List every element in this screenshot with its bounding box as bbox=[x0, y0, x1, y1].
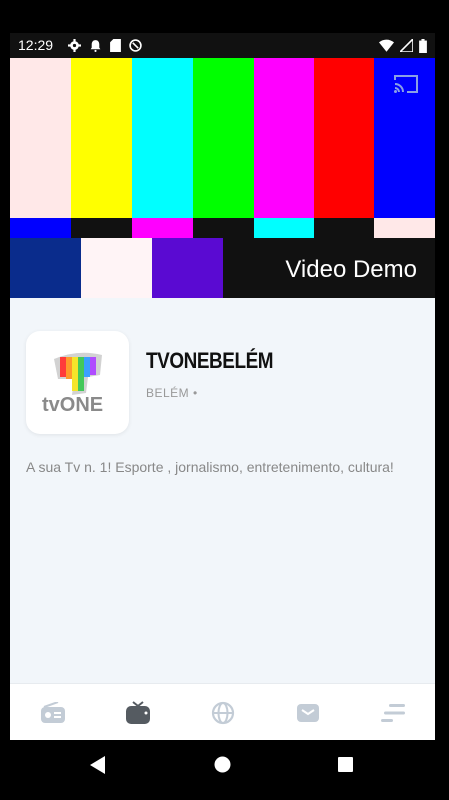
color-bar bbox=[10, 58, 71, 218]
nav-tv[interactable] bbox=[108, 688, 168, 738]
color-bar bbox=[374, 218, 435, 238]
station-logo: tvONE bbox=[26, 331, 129, 434]
station-description: A sua Tv n. 1! Esporte , jornalismo, ent… bbox=[26, 459, 394, 475]
battery-icon bbox=[419, 39, 427, 53]
color-bar bbox=[254, 58, 314, 218]
cast-icon[interactable] bbox=[393, 74, 419, 94]
data-saver-icon bbox=[129, 39, 142, 52]
status-bar: 12:29 bbox=[10, 33, 435, 58]
tv-icon bbox=[125, 700, 150, 724]
color-bar bbox=[254, 218, 314, 238]
color-bar bbox=[10, 218, 71, 238]
station-name: TVONEBELÉM bbox=[146, 348, 274, 373]
color-bar bbox=[132, 218, 193, 238]
app-screen: 12:29 Video Demo tvONE TVONEBELÉM BELÉM … bbox=[10, 33, 435, 740]
nav-mail[interactable] bbox=[278, 688, 338, 738]
status-icons-left bbox=[68, 39, 142, 52]
nav-globe[interactable] bbox=[193, 688, 253, 738]
color-bar bbox=[193, 218, 254, 238]
wifi-icon bbox=[379, 39, 394, 52]
globe-icon bbox=[211, 701, 234, 724]
color-bar bbox=[132, 58, 193, 218]
system-navigation-bar bbox=[0, 740, 449, 800]
back-icon[interactable] bbox=[90, 756, 106, 774]
video-title: Video Demo bbox=[285, 256, 417, 283]
bell-icon bbox=[90, 40, 101, 52]
color-bar bbox=[81, 238, 152, 298]
recents-icon[interactable] bbox=[338, 757, 353, 772]
logo-text: tvONE bbox=[42, 394, 103, 416]
video-player[interactable]: Video Demo bbox=[10, 58, 435, 298]
color-bar bbox=[71, 218, 132, 238]
status-time: 12:29 bbox=[18, 37, 54, 53]
color-bar bbox=[314, 218, 374, 238]
sd-card-icon bbox=[110, 39, 121, 52]
gear-icon bbox=[68, 39, 81, 52]
color-bar bbox=[193, 58, 254, 218]
station-info: tvONE TVONEBELÉM BELÉM • A sua Tv n. 1! … bbox=[10, 298, 435, 683]
radio-icon bbox=[40, 701, 65, 723]
color-bar bbox=[152, 238, 223, 298]
menu-icon bbox=[380, 703, 405, 722]
mail-icon bbox=[296, 703, 319, 722]
color-bar bbox=[71, 58, 132, 218]
color-bar bbox=[314, 58, 374, 218]
color-bar bbox=[10, 238, 81, 298]
status-icons-right bbox=[379, 39, 427, 53]
home-icon[interactable] bbox=[214, 756, 231, 773]
nav-menu[interactable] bbox=[363, 688, 423, 738]
bottom-navigation bbox=[10, 683, 435, 740]
nav-radio[interactable] bbox=[23, 688, 83, 738]
station-location: BELÉM • bbox=[146, 386, 198, 400]
tvone-logo-icon: tvONE bbox=[42, 352, 103, 416]
signal-icon bbox=[400, 39, 413, 52]
